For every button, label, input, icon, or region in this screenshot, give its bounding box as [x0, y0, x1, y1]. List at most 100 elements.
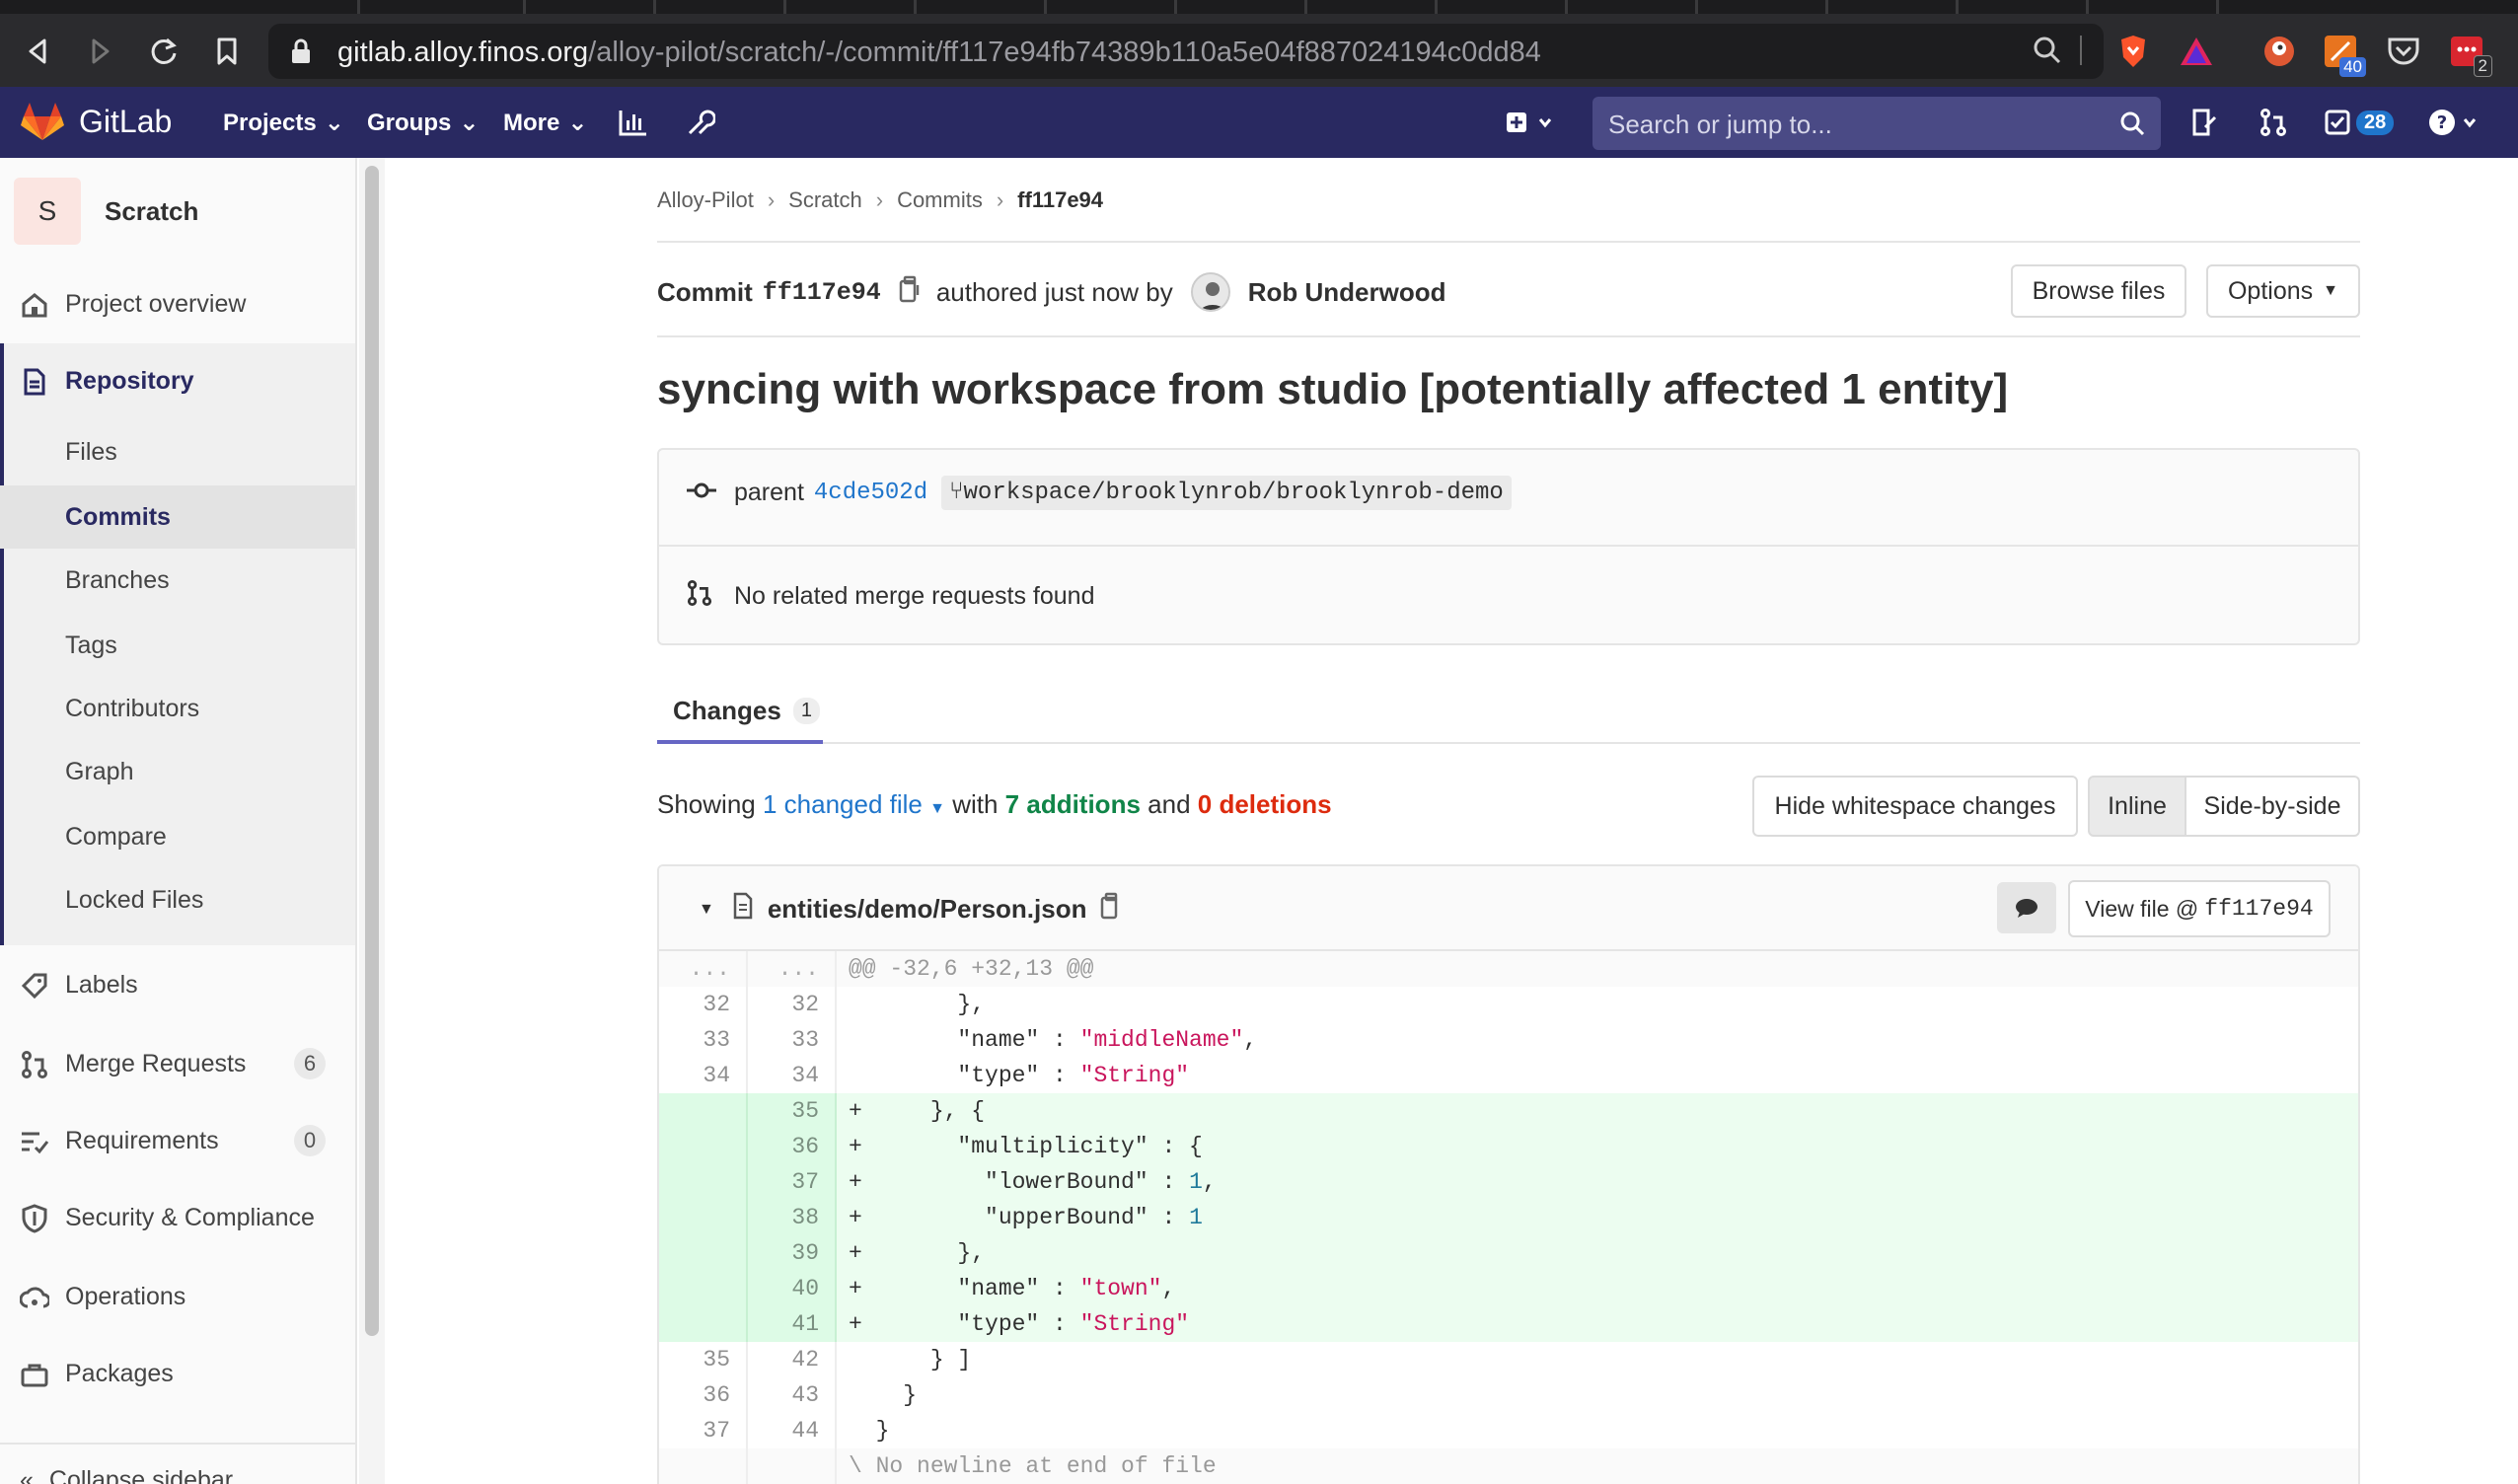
duckduckgo-icon[interactable]	[2259, 32, 2299, 71]
home-icon	[20, 290, 49, 320]
diff-lines: ...... @@ -32,6 +32,13 @@ 32 32 }, 33 33 "n…	[659, 951, 2358, 1484]
sidebar-item-labels[interactable]: Labels	[0, 953, 355, 1016]
activity-chart-icon[interactable]	[614, 105, 653, 140]
author-name[interactable]: Rob Underwood	[1248, 277, 1446, 308]
copy-path-icon[interactable]	[1100, 892, 1122, 927]
projects-dropdown[interactable]: Projects ⌄	[223, 109, 344, 137]
merge-request-icon	[20, 1050, 49, 1079]
parent-sha-link[interactable]: 4cde502d	[814, 480, 927, 506]
commit-title: syncing with workspace from studio [pote…	[657, 365, 2009, 413]
hide-whitespace-button[interactable]: Hide whitespace changes	[1752, 776, 2078, 837]
url-text[interactable]: gitlab.alloy.finos.org/alloy-pilot/scrat…	[337, 37, 1541, 69]
sidebar-item-project-overview[interactable]: Project overview	[0, 272, 355, 335]
diff-line-added: 41 + "type" : "String"	[659, 1306, 2358, 1342]
gitlab-logo[interactable]: GitLab	[20, 101, 172, 142]
parent-label: parent	[734, 479, 804, 506]
and-text: and	[1148, 789, 1191, 819]
no-mr-text: No related merge requests found	[734, 582, 1095, 610]
breadcrumb-commits[interactable]: Commits	[897, 187, 983, 213]
sidebar-item-label: Merge Requests	[65, 1049, 247, 1077]
sidebar-subitem-label: Compare	[65, 823, 167, 851]
new-item-dropdown[interactable]	[1500, 105, 1563, 140]
sidebar-subitem-contributors[interactable]: Contributors	[0, 677, 355, 740]
sidebar-subitem-files[interactable]: Files	[0, 420, 355, 483]
cloud-gear-icon	[20, 1283, 49, 1312]
sidebar-subitem-tags[interactable]: Tags	[0, 614, 355, 677]
sidebar-item-security-compliance[interactable]: Security & Compliance	[0, 1186, 355, 1249]
bookmark-icon[interactable]	[207, 32, 247, 71]
copy-sha-icon[interactable]	[899, 275, 921, 310]
search-input[interactable]: Search or jump to...	[1592, 97, 2161, 150]
diff-line-added: 36 + "multiplicity" : {	[659, 1129, 2358, 1164]
collapse-sidebar-label: Collapse sidebar	[48, 1466, 234, 1484]
brave-rewards-icon[interactable]	[2177, 32, 2216, 71]
chevron-right-icon: ›	[875, 187, 884, 212]
branch-label[interactable]: ⑂workspace/brooklynrob/brooklynrob-demo	[941, 476, 1512, 510]
breadcrumb-current[interactable]: ff117e94	[1017, 187, 1103, 213]
admin-wrench-icon[interactable]	[681, 105, 720, 140]
sidebar-scrollbar-thumb[interactable]	[365, 166, 379, 1336]
brave-shield-icon[interactable]	[2113, 32, 2153, 71]
options-label: Options	[2227, 276, 2314, 305]
authored-text: authored just now by	[935, 276, 1173, 307]
sidebar-subitem-label: Branches	[65, 566, 170, 594]
sidebar-subitem-locked-files[interactable]: Locked Files	[0, 868, 355, 931]
no-newline-notice: \ No newline at end of file	[659, 1448, 2358, 1484]
options-dropdown[interactable]: Options ▼	[2206, 264, 2360, 318]
sidebar-subitem-compare[interactable]: Compare	[0, 805, 355, 868]
address-bar[interactable]: gitlab.alloy.finos.org/alloy-pilot/scrat…	[268, 24, 2104, 79]
breadcrumb-alloy-pilot[interactable]: Alloy-Pilot	[657, 187, 754, 213]
todos-icon[interactable]	[2319, 105, 2358, 140]
chevron-right-icon: ›	[767, 187, 776, 212]
forward-icon[interactable]	[81, 32, 120, 71]
lock-icon	[290, 37, 312, 70]
divider	[659, 545, 2358, 547]
sidebar-item-label: Security & Compliance	[65, 1203, 315, 1231]
breadcrumb-scratch[interactable]: Scratch	[788, 187, 862, 213]
groups-dropdown[interactable]: Groups ⌄	[367, 109, 479, 137]
pocket-icon[interactable]	[2384, 32, 2423, 71]
sidebar-subitem-graph[interactable]: Graph	[0, 740, 355, 803]
sidebar-project-header[interactable]: S Scratch	[14, 178, 198, 245]
comment-toggle-button[interactable]	[1997, 882, 2056, 933]
file-path[interactable]: entities/demo/Person.json	[768, 894, 1087, 925]
diff-line-added: 40 + "name" : "town",	[659, 1271, 2358, 1306]
browse-files-button[interactable]: Browse files	[2011, 264, 2186, 318]
sidebar-subitem-commits[interactable]: Commits	[0, 485, 355, 549]
diff-file-title: ▼ entities/demo/Person.json	[699, 892, 1122, 927]
back-icon[interactable]	[18, 32, 57, 71]
author-avatar[interactable]	[1190, 272, 1230, 312]
view-file-button[interactable]: View file @ ff117e94	[2068, 880, 2331, 937]
collapse-sidebar-button[interactable]: « Collapse sidebar	[20, 1466, 233, 1484]
reload-icon[interactable]	[144, 32, 184, 71]
sidebar-item-merge-requests[interactable]: Merge Requests 6	[0, 1032, 355, 1095]
help-dropdown[interactable]: ?	[2423, 105, 2486, 140]
inline-view-button[interactable]: Inline	[2088, 776, 2186, 837]
gitlab-extension-icon[interactable]: 40	[2321, 32, 2366, 77]
sidebar-item-label: Operations	[65, 1282, 186, 1310]
sidebar-item-repository[interactable]: Repository	[0, 349, 355, 412]
tab-changes[interactable]: Changes 1	[657, 681, 823, 744]
diff-view-toggle: Inline Side-by-side	[2088, 776, 2360, 837]
changed-files-dropdown[interactable]: 1 changed file ▼	[763, 789, 945, 819]
view-file-label: View file @	[2085, 895, 2199, 922]
chevron-down-icon: ⌄	[324, 110, 344, 136]
requirements-icon	[20, 1127, 49, 1156]
sidebar-item-packages[interactable]: Packages	[0, 1342, 355, 1405]
project-avatar: S	[14, 178, 81, 245]
view-file-sha: ff117e94	[2204, 896, 2314, 922]
more-dropdown[interactable]: More ⌄	[503, 109, 587, 137]
package-icon	[20, 1360, 49, 1389]
merge-requests-icon[interactable]	[2254, 105, 2293, 140]
sidebar-subitem-branches[interactable]: Branches	[0, 549, 355, 612]
extension-menu-icon[interactable]: 2	[2447, 32, 2492, 77]
zoom-icon[interactable]	[2033, 36, 2082, 65]
sidebar-item-operations[interactable]: Operations	[0, 1265, 355, 1328]
shield-icon	[20, 1204, 49, 1233]
collapse-file-icon[interactable]: ▼	[699, 901, 714, 919]
tab-changes-count: 1	[792, 697, 820, 724]
issues-icon[interactable]	[2185, 105, 2224, 140]
side-by-side-view-button[interactable]: Side-by-side	[2186, 776, 2360, 837]
sidebar-item-requirements[interactable]: Requirements 0	[0, 1109, 355, 1172]
merge-requests-count: 6	[294, 1048, 326, 1079]
